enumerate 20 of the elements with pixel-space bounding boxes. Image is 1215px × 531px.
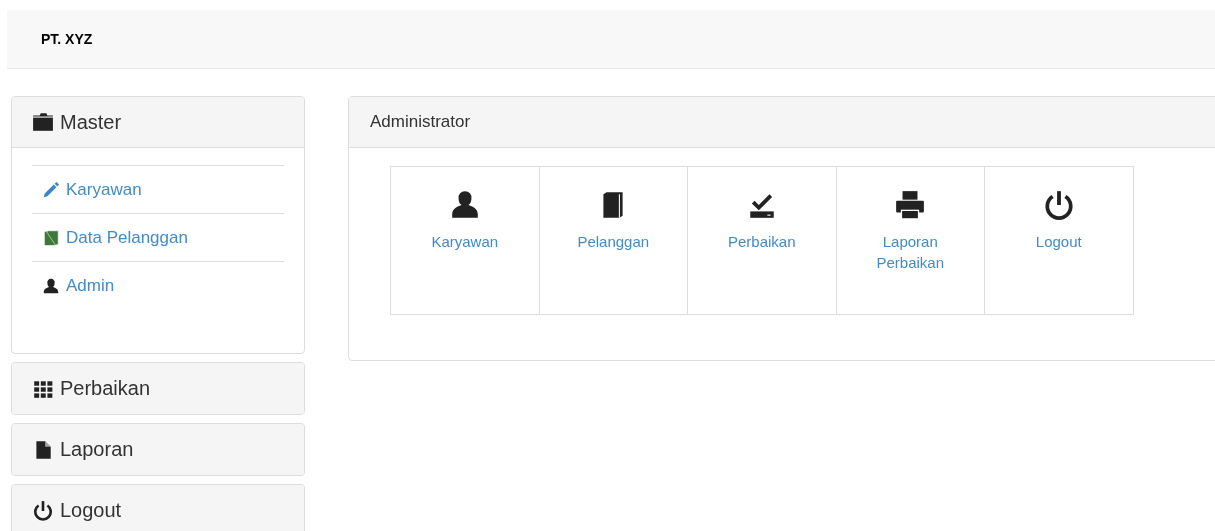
- panel-title: Administrator: [370, 112, 471, 132]
- sidebar-link[interactable]: Admin: [66, 275, 115, 296]
- menu-tile[interactable]: Laporan Perbaikan: [835, 166, 985, 315]
- power-icon: [1042, 189, 1075, 221]
- menu-tile[interactable]: Logout: [984, 166, 1134, 315]
- section-header[interactable]: Master: [12, 97, 304, 148]
- menu-tile[interactable]: Perbaikan: [687, 166, 837, 315]
- user-icon: [42, 276, 60, 295]
- menu-tile[interactable]: Pelanggan: [538, 166, 688, 315]
- printer-icon: [894, 189, 927, 221]
- sidebar-link[interactable]: Karyawan: [66, 179, 142, 200]
- section-header[interactable]: Perbaikan: [12, 363, 304, 414]
- section-header[interactable]: Logout: [12, 485, 304, 531]
- brand-name[interactable]: PT. XYZ: [41, 31, 93, 47]
- sidebar-link[interactable]: Data Pelanggan: [66, 227, 188, 248]
- folder-icon: [32, 111, 54, 133]
- power-icon: [32, 499, 54, 522]
- pencil-icon: [42, 180, 60, 199]
- menu-tile[interactable]: Karyawan: [390, 166, 540, 315]
- section-header[interactable]: Laporan: [12, 424, 304, 475]
